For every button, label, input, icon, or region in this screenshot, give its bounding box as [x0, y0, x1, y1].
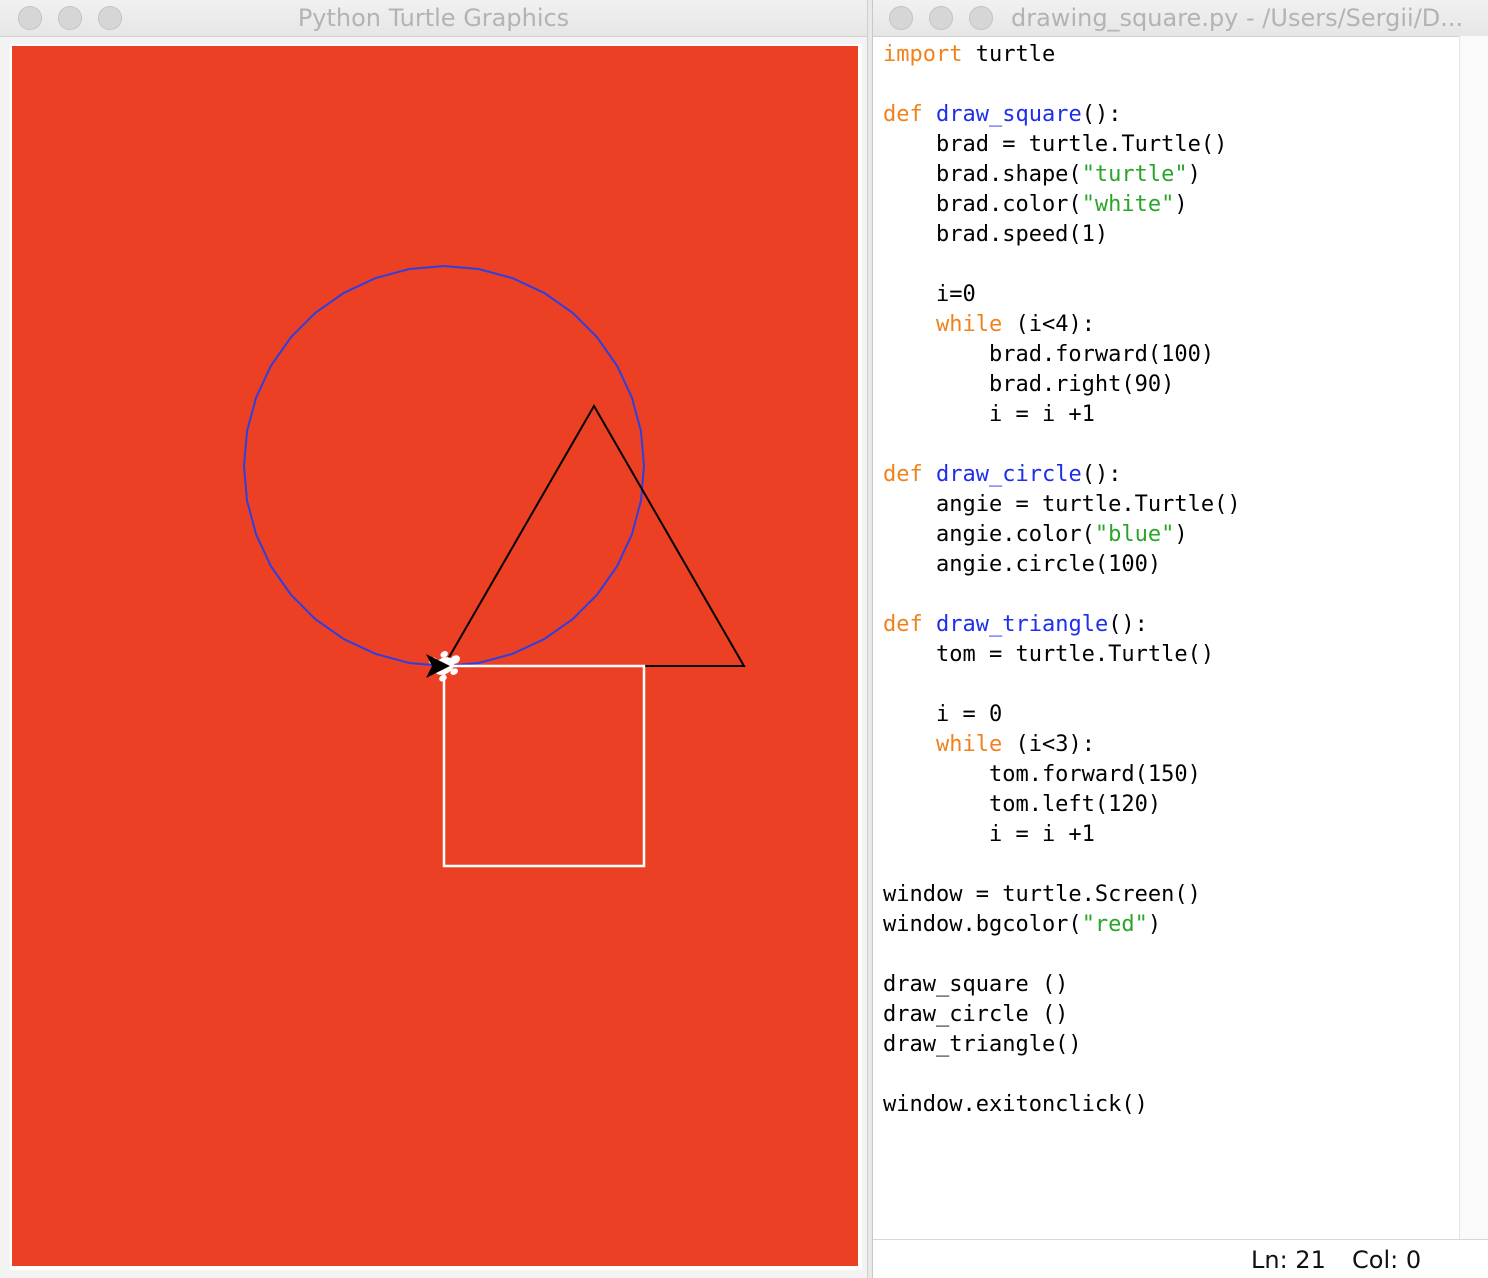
code-line[interactable]: brad = turtle.Turtle()	[883, 130, 1458, 160]
code-line[interactable]: def draw_square():	[883, 100, 1458, 130]
code-line[interactable]	[883, 850, 1458, 880]
canvas-background	[12, 46, 858, 1266]
code-line[interactable]: brad.forward(100)	[883, 340, 1458, 370]
code-line[interactable]: def draw_triangle():	[883, 610, 1458, 640]
code-line[interactable]	[883, 1060, 1458, 1090]
code-line[interactable]: brad.color("white")	[883, 190, 1458, 220]
canvas-frame	[10, 44, 862, 1270]
code-line[interactable]: tom.forward(150)	[883, 760, 1458, 790]
code-line[interactable]: draw_circle ()	[883, 1000, 1458, 1030]
code-line[interactable]: draw_triangle()	[883, 1030, 1458, 1060]
vertical-scrollbar[interactable]	[1459, 36, 1488, 1240]
code-line[interactable]	[883, 250, 1458, 280]
editor-minimize-button[interactable]	[929, 6, 953, 30]
code-line[interactable]: window = turtle.Screen()	[883, 880, 1458, 910]
code-line[interactable]: i = i +1	[883, 820, 1458, 850]
column-indicator: Col: 0	[1352, 1246, 1422, 1274]
editor-zoom-button[interactable]	[969, 6, 993, 30]
code-line[interactable]	[883, 940, 1458, 970]
code-editor[interactable]: import turtle def draw_square(): brad = …	[883, 40, 1458, 1238]
code-line[interactable]: i = i +1	[883, 400, 1458, 430]
code-line[interactable]	[883, 70, 1458, 100]
code-line[interactable]: angie.circle(100)	[883, 550, 1458, 580]
editor-window: drawing_square.py - /Users/Sergii/D... i…	[872, 0, 1488, 1278]
code-line[interactable]: window.exitonclick()	[883, 1090, 1458, 1120]
code-line[interactable]: while (i<3):	[883, 730, 1458, 760]
turtle-graphics-window: Python Turtle Graphics	[0, 0, 868, 1278]
code-line[interactable]: brad.right(90)	[883, 370, 1458, 400]
editor-title: drawing_square.py - /Users/Sergii/D...	[1011, 4, 1464, 32]
code-line[interactable]: brad.speed(1)	[883, 220, 1458, 250]
line-indicator: Ln: 21	[1251, 1246, 1326, 1274]
code-line[interactable]: tom = turtle.Turtle()	[883, 640, 1458, 670]
code-line[interactable]: window.bgcolor("red")	[883, 910, 1458, 940]
code-line[interactable]: angie.color("blue")	[883, 520, 1458, 550]
code-line[interactable]: draw_square ()	[883, 970, 1458, 1000]
turtle-titlebar: Python Turtle Graphics	[0, 0, 867, 37]
code-line[interactable]	[883, 430, 1458, 460]
code-line[interactable]: def draw_circle():	[883, 460, 1458, 490]
editor-titlebar: drawing_square.py - /Users/Sergii/D...	[873, 0, 1488, 37]
code-line[interactable]	[883, 670, 1458, 700]
status-bar: Ln: 21 Col: 0	[873, 1239, 1488, 1278]
code-line[interactable]	[883, 580, 1458, 610]
editor-close-button[interactable]	[889, 6, 913, 30]
code-line[interactable]: angie = turtle.Turtle()	[883, 490, 1458, 520]
code-line[interactable]: brad.shape("turtle")	[883, 160, 1458, 190]
code-line[interactable]: import turtle	[883, 40, 1458, 70]
window-title: Python Turtle Graphics	[297, 4, 570, 32]
code-line[interactable]: i=0	[883, 280, 1458, 310]
code-line[interactable]: while (i<4):	[883, 310, 1458, 340]
turtle-canvas[interactable]	[12, 46, 858, 1266]
code-line[interactable]: tom.left(120)	[883, 790, 1458, 820]
code-line[interactable]: i = 0	[883, 700, 1458, 730]
